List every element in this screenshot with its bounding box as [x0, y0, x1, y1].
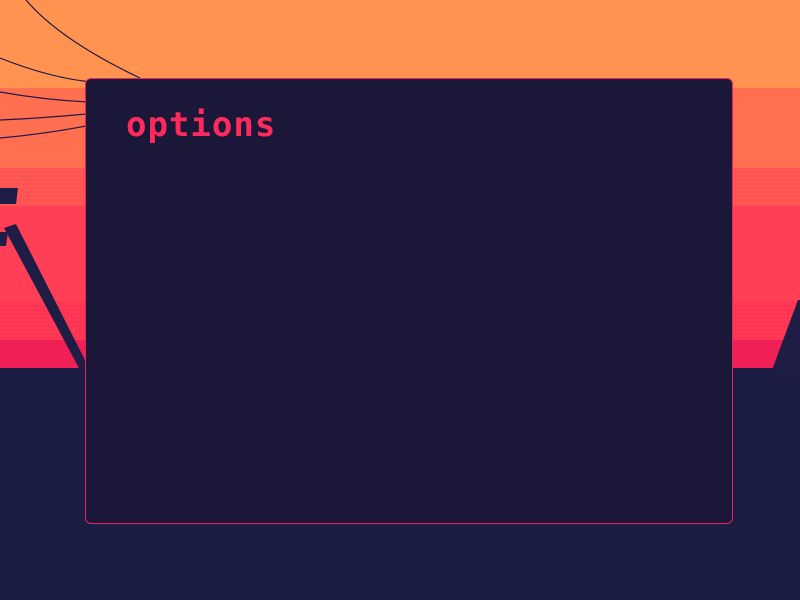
tower-silhouette-icon [772, 300, 800, 370]
game-scene: options [0, 0, 800, 600]
utility-pole-silhouette-icon [0, 188, 86, 370]
options-dialog: options [85, 78, 733, 524]
dialog-title: options [126, 105, 277, 145]
